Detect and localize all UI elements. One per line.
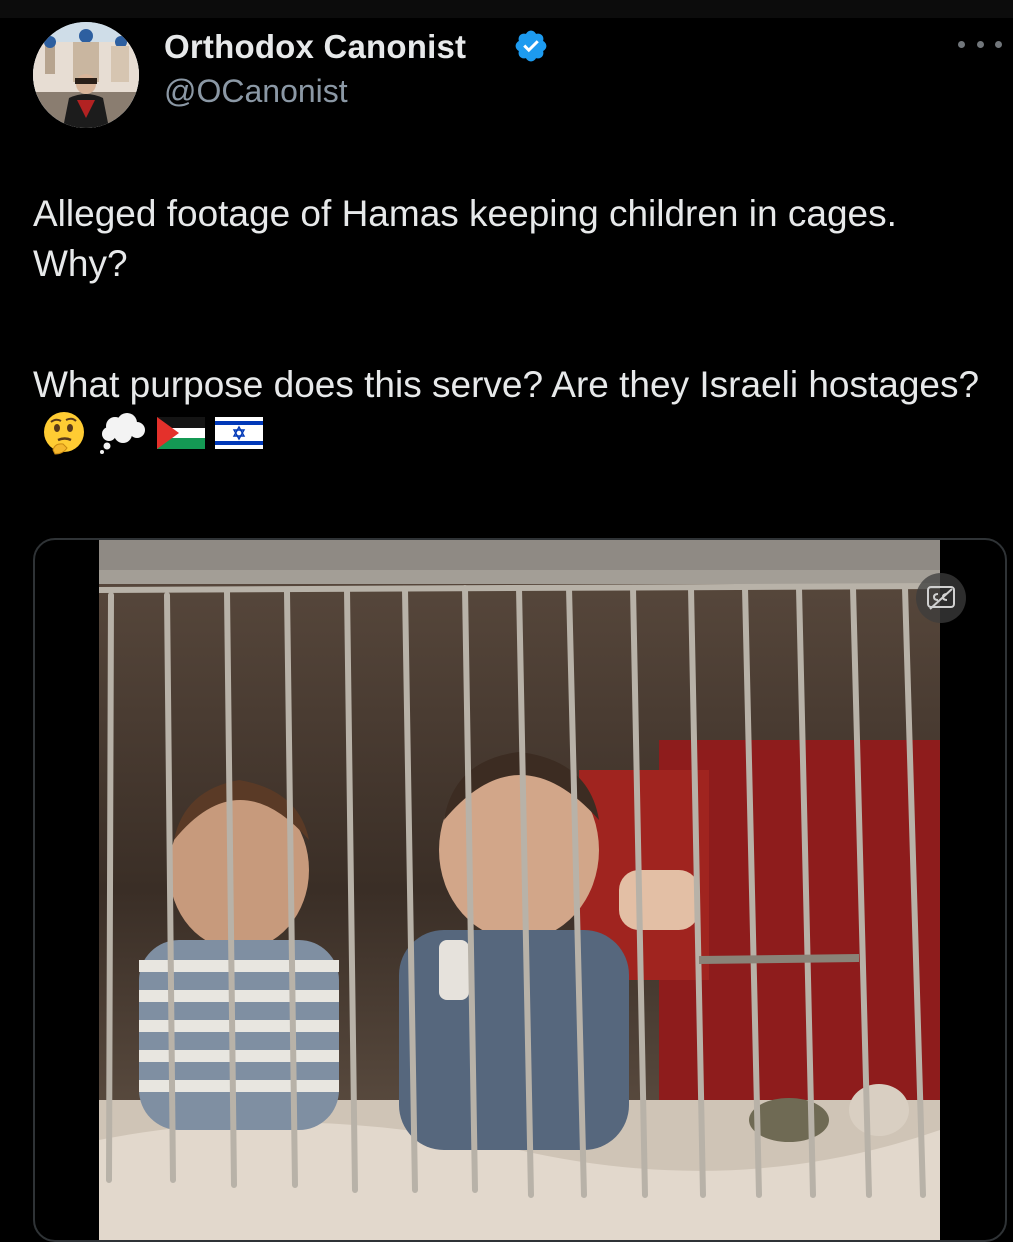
tweet-text-line: What purpose does this serve? Are they I… xyxy=(33,364,980,405)
video-player[interactable] xyxy=(99,540,940,1240)
verified-badge-icon xyxy=(515,30,547,62)
emoji-group xyxy=(41,410,263,456)
closed-captions-button[interactable] xyxy=(916,573,966,623)
thought-balloon-icon xyxy=(100,413,145,455)
thinking-face-icon xyxy=(44,412,84,455)
more-options-icon[interactable] xyxy=(958,34,1002,54)
dot xyxy=(958,40,965,48)
tweet-text-paragraph-1: Alleged footage of Hamas keeping childre… xyxy=(33,193,897,284)
display-name[interactable]: Orthodox Canonist xyxy=(164,28,466,66)
palestine-flag-icon xyxy=(157,417,205,450)
dot xyxy=(995,40,1002,48)
avatar[interactable] xyxy=(33,22,139,128)
media-container[interactable] xyxy=(33,538,1007,1242)
top-strip xyxy=(0,0,1013,18)
dot xyxy=(976,40,984,48)
closed-captions-icon xyxy=(927,586,955,610)
video-frame-image xyxy=(99,540,940,1240)
israel-flag-icon xyxy=(215,417,263,450)
avatar-image xyxy=(33,22,139,128)
handle[interactable]: @OCanonist xyxy=(164,73,348,110)
tweet-text-paragraph-2: What purpose does this serve? Are they I… xyxy=(33,360,983,460)
